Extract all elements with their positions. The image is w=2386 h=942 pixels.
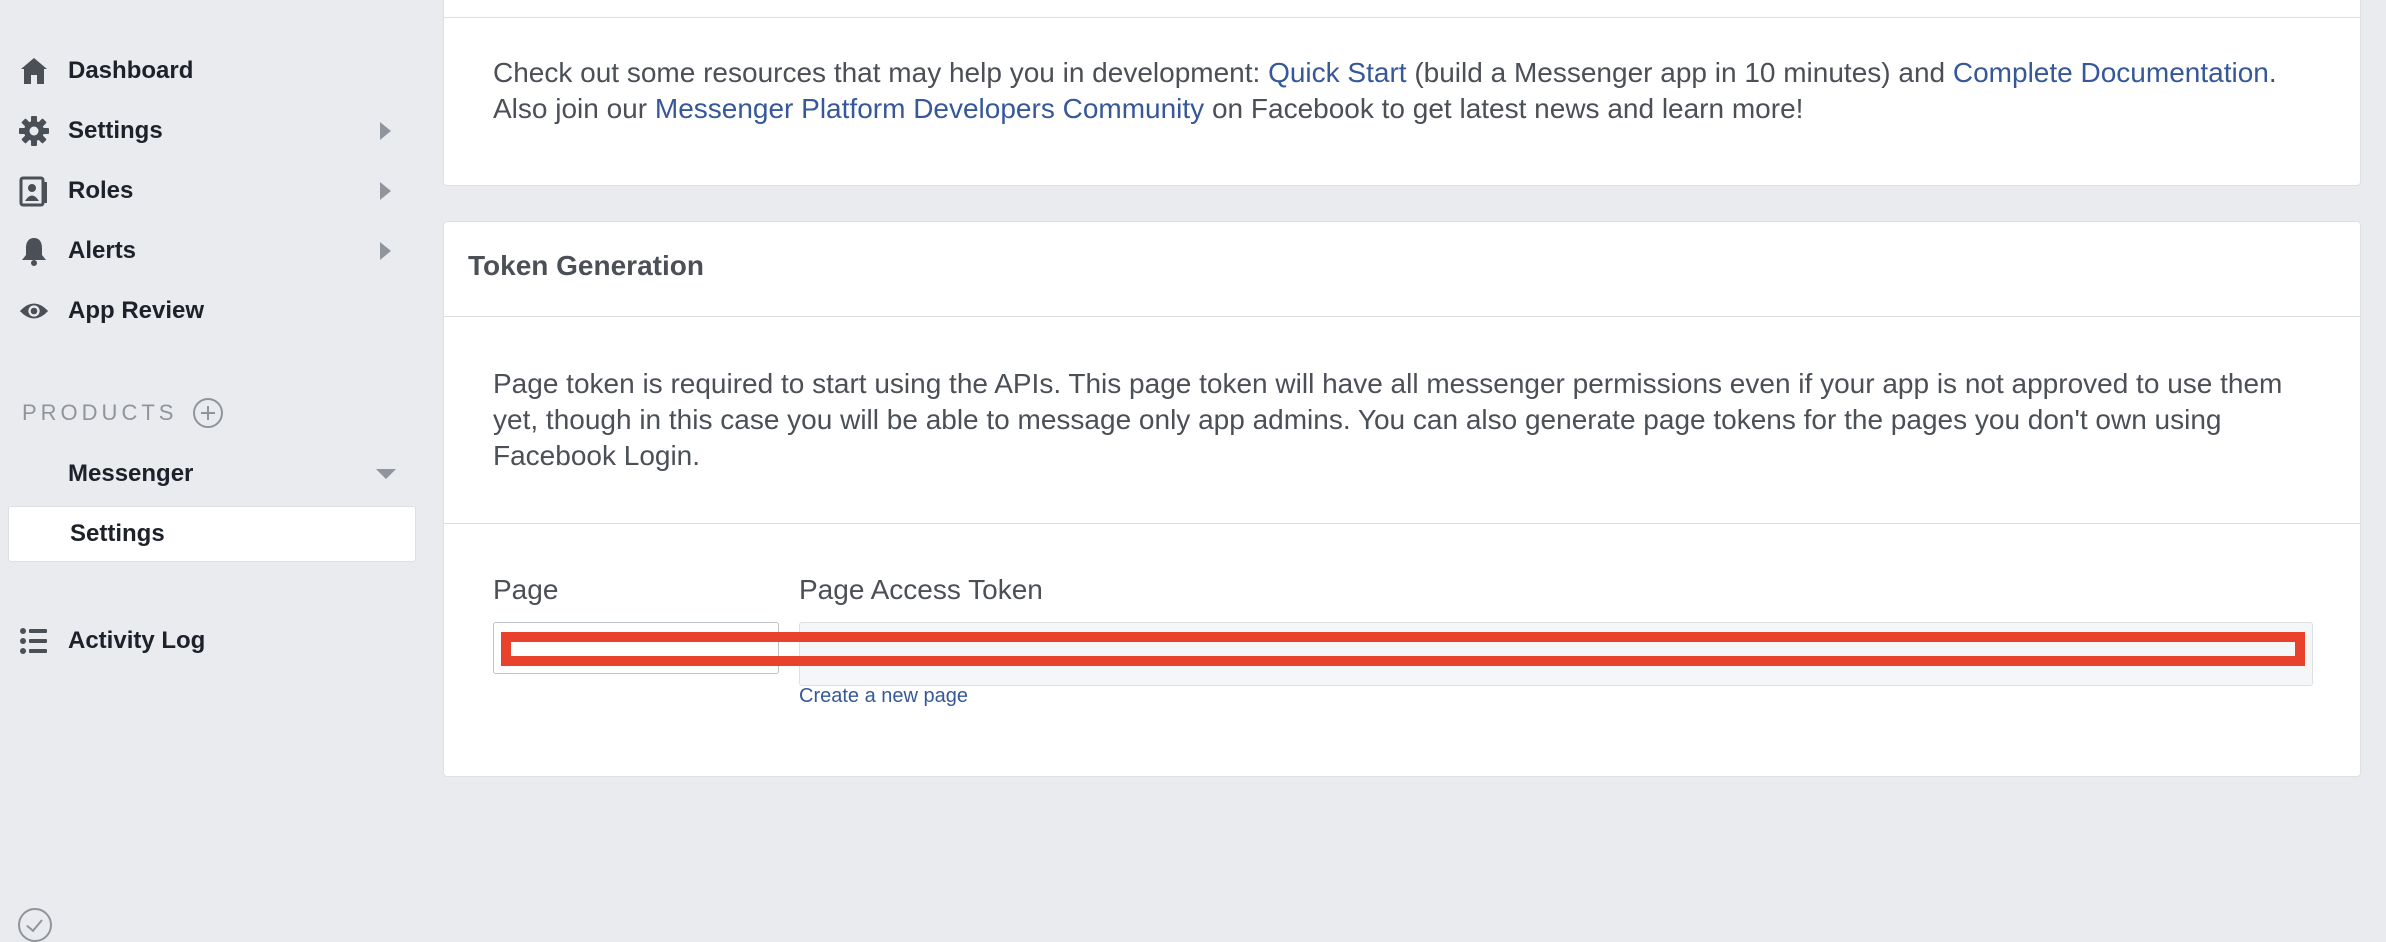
divider — [444, 523, 2360, 524]
token-description: Page token is required to start using th… — [493, 368, 2283, 471]
sidebar-subitem-messenger-settings[interactable]: Settings — [8, 506, 416, 562]
create-new-page-link[interactable]: Create a new page — [799, 685, 968, 708]
sidebar-item-label: Dashboard — [68, 57, 194, 84]
divider — [444, 316, 2360, 317]
sidebar-item-dashboard[interactable]: Dashboard — [0, 47, 416, 95]
page-label: Page — [493, 574, 559, 605]
resources-card: Check out some resources that may help y… — [443, 0, 2361, 186]
sidebar-item-label: Roles — [68, 177, 134, 204]
sidebar-item-settings[interactable]: Settings — [0, 107, 416, 155]
developers-community-link[interactable]: Messenger Platform Developers Community — [655, 93, 1204, 124]
eye-icon — [18, 295, 50, 327]
resources-text-part: on Facebook to get latest news and learn… — [1204, 93, 1804, 124]
complete-documentation-link[interactable]: Complete Documentation — [1953, 57, 2269, 88]
gear-icon — [18, 115, 50, 147]
sidebar-item-label: Alerts — [68, 237, 137, 264]
sidebar-subitem-label: Settings — [70, 520, 165, 547]
chevron-right-icon — [380, 182, 391, 200]
card-title: Token Generation — [468, 250, 704, 281]
token-generation-card: Token Generation Page token is required … — [443, 221, 2361, 777]
resources-text: Check out some resources that may help y… — [493, 55, 2323, 127]
divider — [444, 17, 2360, 18]
resources-text-part: Check out some resources that may help y… — [493, 57, 1269, 88]
chevron-down-icon — [376, 469, 396, 479]
chevron-right-icon — [380, 122, 391, 140]
list-icon — [18, 625, 50, 657]
resources-text-part: (build a Messenger app in 10 minutes) an… — [1406, 57, 1953, 88]
sidebar-item-roles[interactable]: Roles — [0, 167, 416, 215]
quick-start-link[interactable]: Quick Start — [1268, 57, 1406, 88]
add-product-icon[interactable] — [193, 398, 223, 428]
products-header: PRODUCTS — [22, 400, 178, 425]
roles-icon — [18, 175, 50, 207]
sidebar-item-label: Messenger — [68, 460, 194, 487]
sidebar-item-alerts[interactable]: Alerts — [0, 227, 416, 275]
sidebar-item-label: Activity Log — [68, 627, 206, 654]
sidebar-item-activity-log[interactable]: Activity Log — [0, 617, 416, 665]
sidebar: Dashboard Settings Roles Alerts App Revi… — [0, 0, 428, 942]
bell-icon — [18, 235, 50, 267]
sidebar-item-label: App Review — [68, 297, 205, 324]
home-icon — [18, 55, 50, 87]
token-label: Page Access Token — [799, 574, 1043, 605]
check-circle-icon — [18, 908, 52, 942]
sidebar-item-label: Settings — [68, 117, 163, 144]
chevron-right-icon — [380, 242, 391, 260]
sidebar-item-app-review[interactable]: App Review — [0, 287, 416, 335]
redaction-box — [501, 632, 2305, 666]
sidebar-item-messenger[interactable]: Messenger — [0, 450, 416, 942]
